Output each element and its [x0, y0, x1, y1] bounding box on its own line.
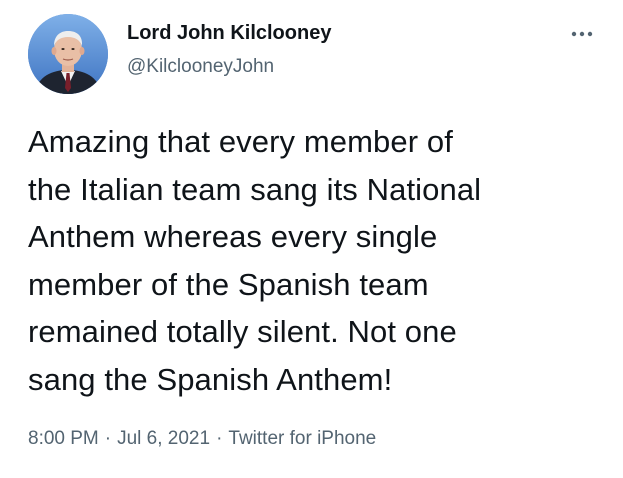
tweet-text: Amazing that every member of the Italian…	[28, 124, 482, 397]
author-handle[interactable]: @KilclooneyJohn	[127, 56, 274, 78]
avatar[interactable]	[28, 14, 108, 94]
meta-separator: ·	[216, 428, 223, 449]
tweet-time-link[interactable]: 8:00 PM	[28, 428, 99, 449]
tweet-card: Lord John Kilclooney @KilclooneyJohn Ama…	[0, 0, 623, 478]
author-display-name[interactable]: Lord John Kilclooney	[127, 22, 331, 45]
tweet-meta: 8:00 PM · Jul 6, 2021 · Twitter for iPhone	[28, 428, 376, 450]
ellipsis-icon	[571, 31, 593, 37]
more-options-button[interactable]	[566, 24, 598, 44]
tweet-date-link[interactable]: Jul 6, 2021	[117, 428, 210, 449]
meta-separator: ·	[104, 428, 112, 449]
tweet-source-link[interactable]: Twitter for iPhone	[228, 428, 376, 449]
profile-photo-icon	[28, 14, 108, 94]
